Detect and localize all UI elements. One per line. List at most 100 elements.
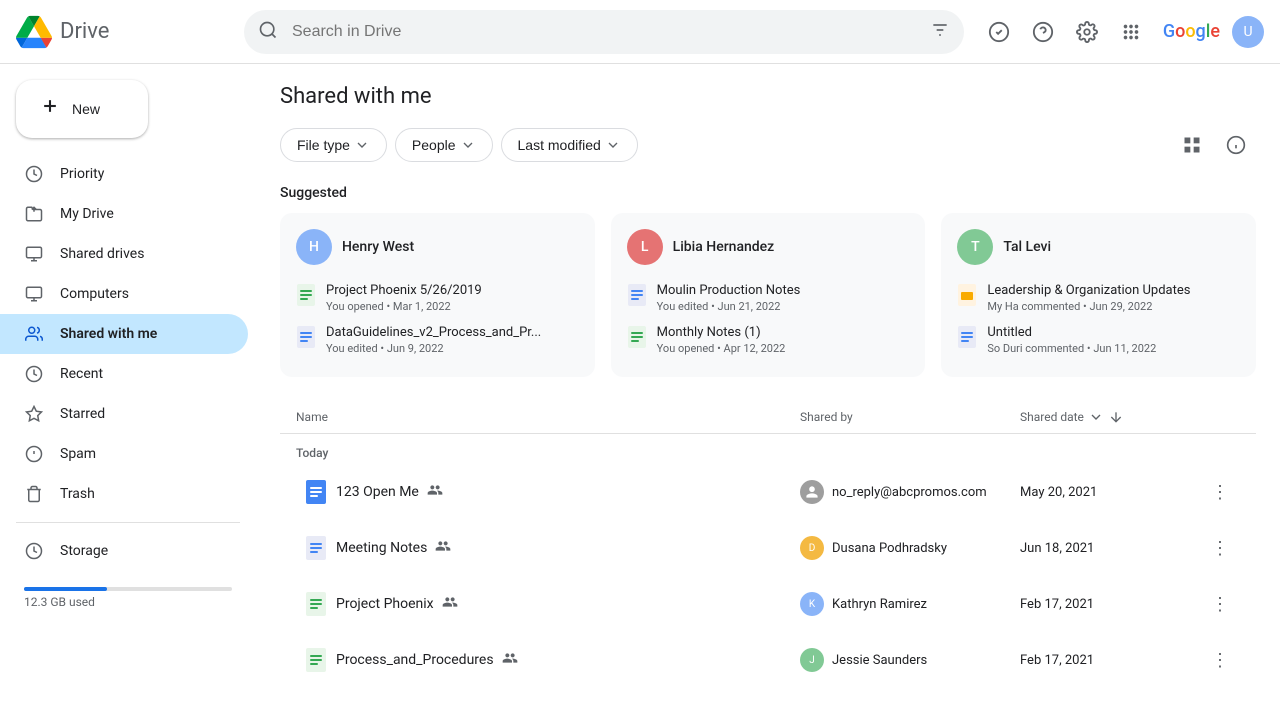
- docs-icon-1: [296, 325, 316, 349]
- table-row[interactable]: Process_and_Procedures J Jessie Saunders…: [280, 632, 1256, 688]
- table-row[interactable]: Meeting Notes D Dusana Podhradsky Jun 18…: [280, 520, 1256, 576]
- settings-icon-button[interactable]: [1067, 12, 1107, 52]
- sidebar-item-priority[interactable]: Priority: [0, 154, 248, 194]
- people-filter[interactable]: People: [395, 128, 493, 162]
- main-layout: New Priority My Drive: [0, 64, 1280, 720]
- sidebar-item-spam[interactable]: Spam: [0, 434, 248, 474]
- search-filter-icon[interactable]: [930, 20, 950, 44]
- last-modified-label: Last modified: [518, 137, 601, 153]
- docs-icon-2: [627, 283, 647, 307]
- libia-file-1[interactable]: Moulin Production Notes You edited • Jun…: [627, 277, 910, 319]
- file-row-actions-3: ⋮: [1200, 588, 1240, 620]
- my-drive-icon: [24, 205, 44, 223]
- file-icon-sheets-4: [296, 640, 336, 680]
- main-content: Shared with me File type People Last mod…: [256, 64, 1280, 720]
- file-name-text: Meeting Notes: [336, 540, 427, 556]
- file-name-text: Project Phoenix: [336, 596, 434, 612]
- file-meta: You edited • Jun 21, 2022: [657, 300, 801, 313]
- sharer-name-3: Kathryn Ramirez: [832, 597, 927, 612]
- file-name-text: Process_and_Procedures: [336, 652, 494, 668]
- libia-file-2-info: Monthly Notes (1) You opened • Apr 12, 2…: [657, 325, 786, 355]
- sidebar-item-shared-with-me[interactable]: Shared with me: [0, 314, 248, 354]
- storage-bar-fill: [24, 587, 107, 591]
- suggested-card-tal: T Tal Levi Leadership & Organization Upd…: [941, 213, 1256, 377]
- search-input[interactable]: [244, 10, 964, 54]
- spam-icon: [24, 445, 44, 463]
- file-row-name-1: 123 Open Me: [336, 482, 800, 502]
- file-name: Moulin Production Notes: [657, 283, 801, 298]
- sidebar-item-my-drive[interactable]: My Drive: [0, 194, 248, 234]
- people-label: People: [412, 137, 456, 153]
- more-menu-button-2[interactable]: ⋮: [1204, 532, 1236, 564]
- suggested-card-libia: L Libia Hernandez: [611, 213, 926, 377]
- file-row-name-4: Process_and_Procedures: [336, 650, 800, 670]
- sidebar-item-label: Spam: [60, 446, 96, 462]
- shared-people-icon-1: [427, 482, 443, 502]
- file-meta: You opened • Mar 1, 2022: [326, 300, 482, 313]
- sidebar-item-recent[interactable]: Recent: [0, 354, 248, 394]
- file-row-date-2: Jun 18, 2021: [1020, 541, 1200, 556]
- file-row-date-4: Feb 17, 2021: [1020, 653, 1200, 668]
- sidebar-item-computers[interactable]: Computers: [0, 274, 248, 314]
- tal-file-1-info: Leadership & Organization Updates My Ha …: [987, 283, 1190, 313]
- henry-file-2-info: DataGuidelines_v2_Process_and_Pr... You …: [326, 325, 541, 355]
- henry-file-1[interactable]: Project Phoenix 5/26/2019 You opened • M…: [296, 277, 579, 319]
- sharer-avatar-1: [800, 480, 824, 504]
- today-label: Today: [280, 434, 1256, 464]
- help-icon-button[interactable]: [1023, 12, 1063, 52]
- suggested-cards: H Henry West Pr: [280, 213, 1256, 377]
- file-row-actions-2: ⋮: [1200, 532, 1240, 564]
- sidebar-item-label: Computers: [60, 286, 129, 302]
- file-row-actions-4: ⋮: [1200, 644, 1240, 676]
- search-icon: [258, 20, 278, 44]
- card-person-henry: H Henry West: [296, 229, 579, 265]
- new-button-label: New: [72, 101, 100, 117]
- henry-avatar: H: [296, 229, 332, 265]
- file-type-filter[interactable]: File type: [280, 128, 387, 162]
- henry-file-2[interactable]: DataGuidelines_v2_Process_and_Pr... You …: [296, 319, 579, 361]
- file-meta: You opened • Apr 12, 2022: [657, 342, 786, 355]
- tal-file-1[interactable]: Leadership & Organization Updates My Ha …: [957, 277, 1240, 319]
- table-row[interactable]: Project Phoenix K Kathryn Ramirez Feb 17…: [280, 576, 1256, 632]
- apps-icon-button[interactable]: [1111, 12, 1151, 52]
- done-icon-button[interactable]: [979, 12, 1019, 52]
- file-row-shared-3: K Kathryn Ramirez: [800, 592, 1020, 616]
- sidebar-item-starred[interactable]: Starred: [0, 394, 248, 434]
- grid-view-button[interactable]: [1172, 125, 1212, 165]
- file-row-date-1: May 20, 2021: [1020, 485, 1200, 500]
- user-avatar[interactable]: U: [1232, 16, 1264, 48]
- table-row[interactable]: 123 Open Me no_reply@abcpromos.com May 2…: [280, 464, 1256, 520]
- sidebar-item-shared-drives[interactable]: Shared drives: [0, 234, 248, 274]
- drive-logo-icon: [16, 14, 52, 50]
- new-button[interactable]: New: [16, 80, 148, 138]
- sharer-avatar-2: D: [800, 536, 824, 560]
- storage-icon: [24, 542, 44, 560]
- file-meta: So Duri commented • Jun 11, 2022: [987, 342, 1156, 355]
- libia-file-2[interactable]: Monthly Notes (1) You opened • Apr 12, 2…: [627, 319, 910, 361]
- file-type-label: File type: [297, 137, 350, 153]
- col-header-date[interactable]: Shared date: [1020, 409, 1200, 425]
- more-menu-button-3[interactable]: ⋮: [1204, 588, 1236, 620]
- plus-icon: [40, 96, 60, 122]
- header-actions: Google U: [979, 12, 1264, 52]
- more-menu-button-4[interactable]: ⋮: [1204, 644, 1236, 676]
- more-menu-button-1[interactable]: ⋮: [1204, 476, 1236, 508]
- tal-file-2[interactable]: Untitled So Duri commented • Jun 11, 202…: [957, 319, 1240, 361]
- file-row-name-3: Project Phoenix: [336, 594, 800, 614]
- col-header-name: Name: [296, 410, 800, 424]
- sidebar-item-storage[interactable]: Storage: [0, 531, 248, 571]
- shared-people-icon-3: [442, 594, 458, 614]
- file-icon-docs-w: [296, 472, 336, 512]
- last-modified-filter[interactable]: Last modified: [501, 128, 638, 162]
- col-header-shared: Shared by: [800, 410, 1020, 424]
- file-meta: My Ha commented • Jun 29, 2022: [987, 300, 1190, 313]
- sidebar-item-trash[interactable]: Trash: [0, 474, 248, 514]
- henry-name: Henry West: [342, 239, 414, 255]
- app-title: Drive: [60, 19, 109, 44]
- file-row-shared-2: D Dusana Podhradsky: [800, 536, 1020, 560]
- card-person-tal: T Tal Levi: [957, 229, 1240, 265]
- card-person-libia: L Libia Hernandez: [627, 229, 910, 265]
- tal-file-2-info: Untitled So Duri commented • Jun 11, 202…: [987, 325, 1156, 355]
- trash-icon: [24, 485, 44, 503]
- info-view-button[interactable]: [1216, 125, 1256, 165]
